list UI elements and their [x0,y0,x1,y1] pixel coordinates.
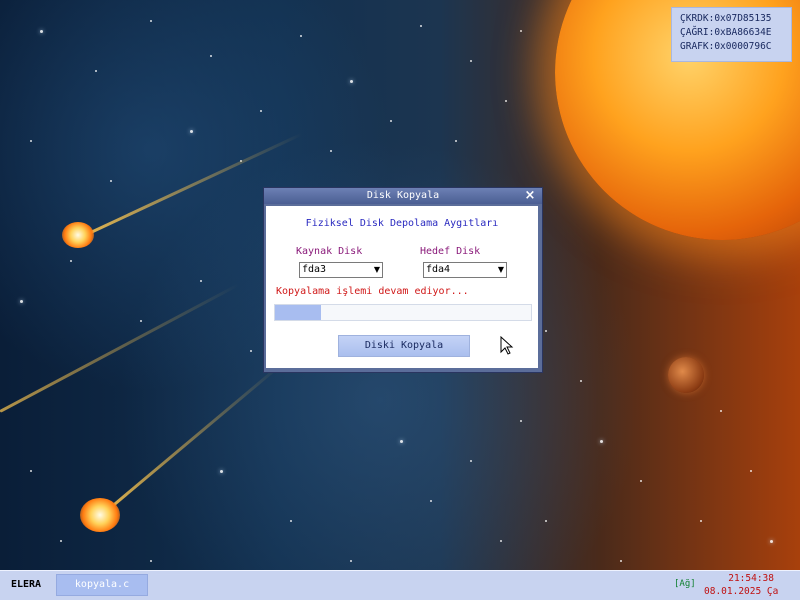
star [140,320,142,322]
target-disk-select[interactable]: fda4 ▼ [423,262,507,278]
register-row: GRAFK:0x0000796C [680,41,772,52]
dialog-title-bar[interactable]: Disk Kopyala × [264,188,542,204]
star [520,30,522,32]
desktop-wallpaper: ÇKRDK:0x07D85135 ÇAĞRI:0xBA86634E GRAFK:… [0,0,800,570]
register-panel: ÇKRDK:0x07D85135 ÇAĞRI:0xBA86634E GRAFK:… [671,7,792,62]
copy-disk-button[interactable]: Diski Kopyala [338,335,470,357]
progress-fill [275,305,322,320]
mouse-pointer-icon [500,336,514,355]
star [30,140,32,142]
chevron-down-icon[interactable]: ▼ [374,263,380,277]
meteor [62,222,94,248]
star [500,540,502,542]
source-disk-label: Kaynak Disk [296,246,363,257]
star [260,110,262,112]
copy-progress-bar [274,304,532,321]
target-disk-value: fda4 [426,264,451,275]
star [420,25,422,27]
star [640,480,642,482]
star [20,300,23,303]
star [330,150,332,152]
source-disk-select[interactable]: fda3 ▼ [299,262,383,278]
star [545,520,547,522]
meteor-trail [99,364,281,518]
star [290,520,292,522]
dialog-title: Disk Kopyala [366,190,440,201]
clock-time: 21:54:38 [728,573,774,584]
star [250,350,252,352]
star [700,520,702,522]
close-icon[interactable]: × [523,189,537,203]
dialog-heading: Fiziksel Disk Depolama Aygıtları [305,218,499,229]
wallpaper-moon [668,357,704,393]
star [455,140,457,142]
taskbar-item-kopyala[interactable]: kopyala.c [56,574,148,596]
chevron-down-icon[interactable]: ▼ [498,263,504,277]
clock-date: 08.01.2025 Ça [704,586,779,597]
star [620,560,622,562]
star [220,470,223,473]
star [600,440,603,443]
star [300,35,302,37]
star [150,560,152,562]
network-indicator[interactable]: [Ağ] [674,579,696,589]
star [470,60,472,62]
copy-status-text: Kopyalama işlemi devam ediyor... [276,286,469,297]
meteor-trail [0,283,240,413]
star [110,180,112,182]
star [40,30,43,33]
star [470,460,472,462]
star [350,80,353,83]
taskbar: ELERA kopyala.c [Ağ] 21:54:38 08.01.2025… [0,570,800,600]
star [210,55,212,57]
star [750,470,752,472]
star [200,280,202,282]
start-button[interactable]: ELERA [4,574,48,596]
star [720,410,722,412]
star [190,130,193,133]
star [70,260,72,262]
meteor [80,498,120,532]
star [350,560,352,562]
star [150,20,152,22]
register-row: ÇKRDK:0x07D85135 [680,13,772,24]
target-disk-label: Hedef Disk [420,246,481,257]
star [95,70,97,72]
star [580,380,582,382]
star [430,500,432,502]
star [505,100,507,102]
star [400,440,403,443]
star [390,120,392,122]
star [770,540,773,543]
star [60,540,62,542]
star [30,470,32,472]
dialog-body: Fiziksel Disk Depolama Aygıtları Kaynak … [266,206,538,368]
source-disk-value: fda3 [302,264,327,275]
register-row: ÇAĞRI:0xBA86634E [680,27,772,38]
star [545,330,547,332]
star [520,420,522,422]
